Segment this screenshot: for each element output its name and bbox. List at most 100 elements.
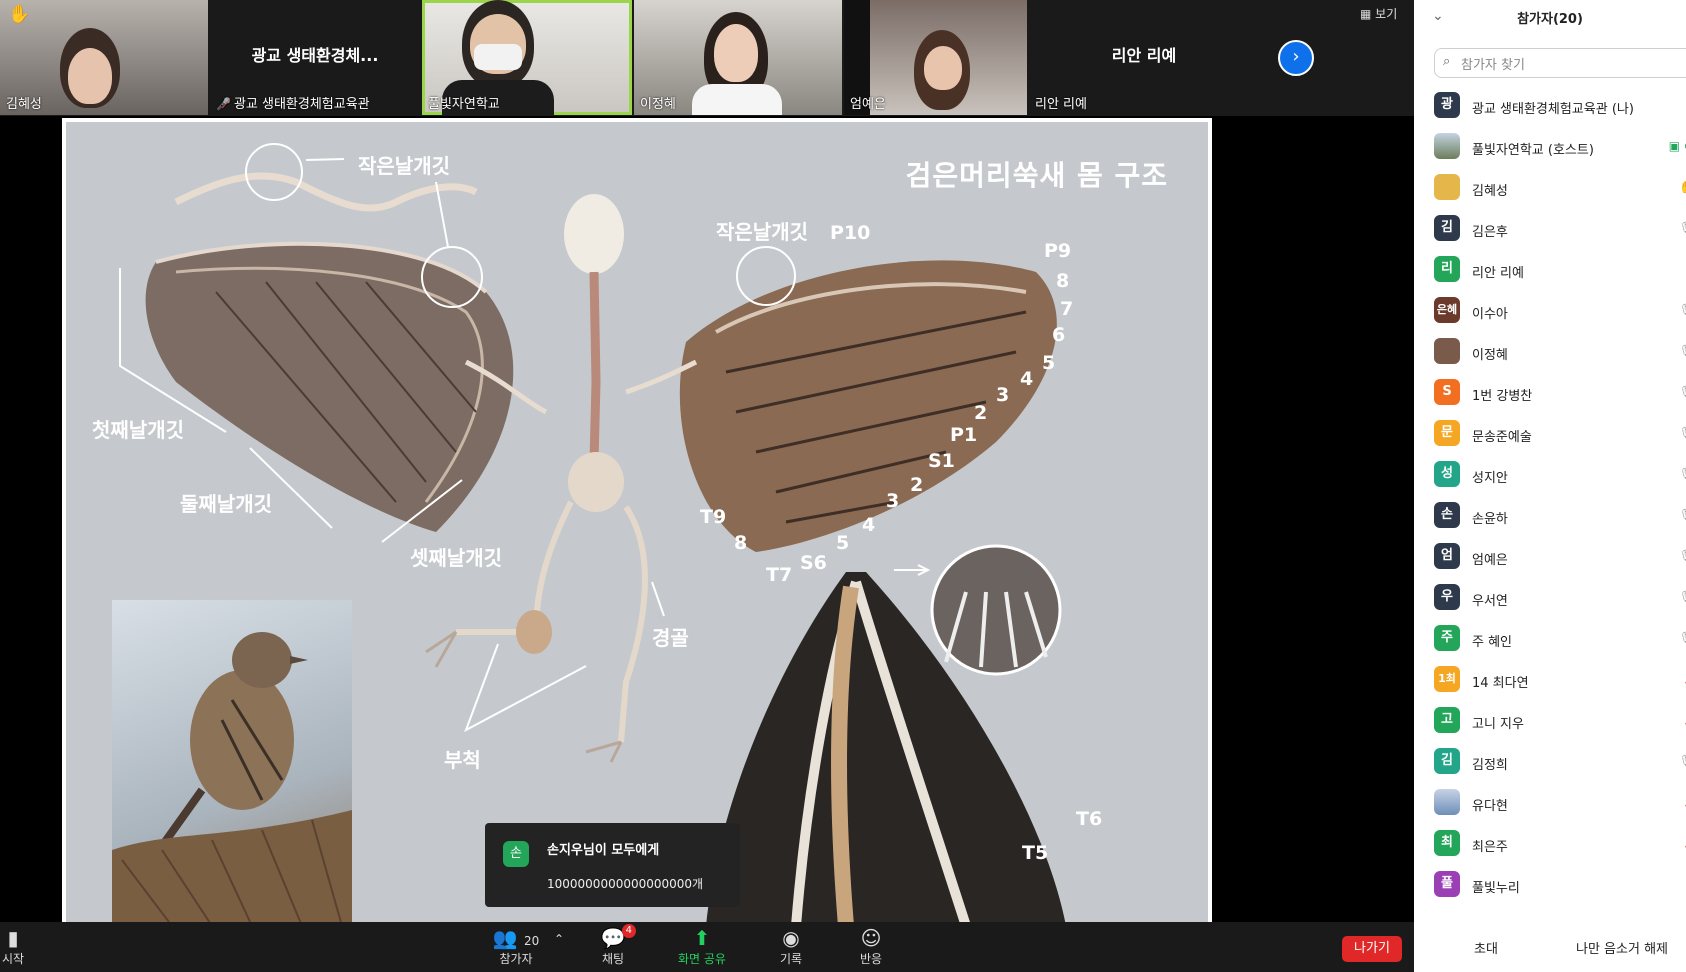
chat-button[interactable]: 💬 4 채팅 [598, 924, 636, 967]
participants-options-chevron[interactable]: ⌃ [554, 932, 564, 946]
feather-number: 5 [836, 532, 850, 554]
video-tile-gwanggyo[interactable]: 광교 생태환경체... 🎤̸ 광교 생태환경체험교육관 [210, 0, 420, 115]
record-button[interactable]: ◉ 기록 [776, 926, 806, 967]
participant-avatar: 김 [1434, 215, 1460, 241]
participant-name: 광교 생태환경체험교육관 (나) [1472, 102, 1634, 117]
label-primaries: 첫째날개깃 [92, 418, 184, 442]
participant-row[interactable]: 우 우서연 🎙 [1434, 578, 1686, 619]
participant-avatar: 최 [1434, 830, 1460, 856]
feather-number: 8 [734, 532, 748, 554]
participant-row[interactable]: 김 김정희 🎙 [1434, 742, 1686, 783]
video-icon: ▮ [7, 926, 19, 950]
participant-row[interactable]: 최 최은주 🎙̸ [1434, 824, 1686, 865]
participant-name: 최은주 [1472, 840, 1508, 855]
participant-body [692, 84, 782, 115]
participant-row[interactable]: 고 고니 지우 🎙̸ [1434, 701, 1686, 742]
participant-row[interactable]: 주 주 혜인 🎙 [1434, 619, 1686, 660]
raised-hand-icon: ✋ [8, 4, 31, 25]
participant-row[interactable]: 풀빛자연학교 (호스트) ▣ ⊙ [1434, 127, 1686, 168]
shared-screen-slide: 검은머리쑥새 몸 구조 작은날개깃 작은날개깃 첫째날개깃 둘째날개깃 셋째날개… [62, 118, 1212, 926]
participant-avatar: 우 [1434, 584, 1460, 610]
participant-search-input[interactable]: ⌕ 참가자 찾기 [1434, 48, 1686, 78]
chat-badge: 4 [621, 924, 636, 938]
tile-name: 리안 리예 [1035, 97, 1087, 112]
participant-name: 김정희 [1472, 758, 1508, 773]
search-icon: ⌕ [1443, 54, 1451, 69]
feather-number: S6 [800, 552, 827, 574]
participant-avatar: 은혜 [1434, 297, 1460, 323]
next-page-button[interactable]: › [1278, 40, 1314, 76]
tile-name: 풀빛자연학교 [428, 97, 500, 112]
participant-row[interactable]: 이정혜 🎙 [1434, 332, 1686, 373]
participant-avatar [1434, 789, 1460, 815]
participant-name: 풀빛자연학교 (호스트) [1472, 143, 1594, 158]
label-secondaries: 둘째날개깃 [180, 492, 272, 516]
participant-name: 문송준예술 [1472, 430, 1532, 445]
participant-row[interactable]: 은혜 이수아 🎙 [1434, 291, 1686, 332]
tile-name: 김혜성 [6, 97, 42, 112]
left-arm-bone [174, 172, 478, 212]
participant-row[interactable]: 풀 풀빛누리 [1434, 865, 1686, 906]
video-tile-kimhyeseong[interactable]: ✋ 김혜성 [0, 0, 208, 115]
leave-button[interactable]: 나가기 [1342, 936, 1402, 962]
participants-button[interactable]: 👥 20 참가자 [488, 926, 544, 967]
spine [589, 271, 601, 463]
participant-face [68, 48, 112, 104]
participant-name: 엄예은 [1472, 553, 1508, 568]
chevron-up-icon: ⌃ [554, 932, 565, 946]
right-leg [618, 505, 648, 743]
meeting-toolbar: ▮ 시작 👥 20 참가자 ⌃ 💬 4 채팅 ⬆ 화면 공유 ◉ 기록 ☺ 반응 [0, 922, 1414, 972]
skull [564, 194, 624, 274]
participant-name: 유다현 [1472, 799, 1508, 814]
participant-name: 김은후 [1472, 225, 1508, 240]
feather-number: 2 [974, 402, 988, 424]
bird-photo-drawing [112, 632, 352, 926]
label-small-coverts-left: 작은날개깃 [358, 154, 450, 178]
reactions-button[interactable]: ☺ 반응 [856, 926, 886, 967]
participant-face [714, 24, 758, 82]
participant-avatar: 1최 [1434, 666, 1460, 692]
feather-number: P10 [830, 222, 871, 244]
chat-sender: 손지우님이 모두에게 [547, 843, 660, 858]
video-tile-rian[interactable]: 리안 리예 리안 리예 [1029, 0, 1259, 115]
participant-row[interactable]: 리 리안 리예 [1434, 250, 1686, 291]
participant-name: 14 최다연 [1472, 676, 1529, 691]
invite-button[interactable]: 초대 [1474, 938, 1498, 957]
tile-name: 엄예은 [850, 97, 886, 112]
chevron-right-icon: › [1292, 46, 1300, 67]
feather-number: 6 [1052, 324, 1066, 346]
video-tile-eomyeeun[interactable]: 엄예은 [844, 0, 1027, 115]
chat-notification[interactable]: 손 손지우님이 모두에게 1000000000000000000개 [485, 823, 740, 907]
video-tile-leejeonghye[interactable]: 이정혜 [634, 0, 842, 115]
participant-row[interactable]: 김 김은후 🎙 [1434, 209, 1686, 250]
participant-row[interactable]: 문 문송준예술 🎙 [1434, 414, 1686, 455]
participant-row[interactable]: 유다현 🎙̸ [1434, 783, 1686, 824]
view-button[interactable]: ▦ 보기 [1360, 5, 1397, 22]
record-label: 기록 [779, 952, 803, 966]
feather-number: 8 [1056, 270, 1070, 292]
mic-icon: 🎙 [1679, 754, 1686, 768]
tile-name: 광교 생태환경체험교육관 [233, 97, 370, 112]
participants-count: 20 [523, 934, 540, 948]
mic-icon: 🎙 [1679, 508, 1686, 522]
participant-row[interactable]: 광 광교 생태환경체험교육관 (나) [1434, 86, 1686, 127]
label-tertials: 셋째날개깃 [410, 546, 502, 570]
feather-number: P9 [1044, 240, 1072, 262]
start-video-button[interactable]: ▮ 시작 [2, 926, 24, 967]
share-screen-button[interactable]: ⬆ 화면 공유 [674, 926, 730, 967]
participant-row[interactable]: 성 성지안 🎙 [1434, 455, 1686, 496]
mic-icon: 🎙 [1679, 549, 1686, 563]
participant-row[interactable]: 김혜성 ✋ [1434, 168, 1686, 209]
mic-icon: 🎙 [1679, 344, 1686, 358]
participant-row[interactable]: 1최 14 최다연 🎙̸ [1434, 660, 1686, 701]
video-tile-pulbit-active-speaker[interactable]: 풀빛자연학교 [422, 0, 632, 115]
participant-row[interactable]: S 1번 강병찬 🎙 [1434, 373, 1686, 414]
start-label: 시작 [2, 952, 25, 966]
participant-row[interactable]: 엄 엄예은 🎙 [1434, 537, 1686, 578]
feather-number: 2 [910, 474, 924, 496]
feather-number: P1 [950, 424, 978, 446]
participant-avatar: 고 [1434, 707, 1460, 733]
participant-name: 고니 지우 [1472, 717, 1524, 732]
participant-row[interactable]: 손 손윤하 🎙 [1434, 496, 1686, 537]
unmute-me-button[interactable]: 나만 음소거 해제 [1576, 938, 1668, 957]
